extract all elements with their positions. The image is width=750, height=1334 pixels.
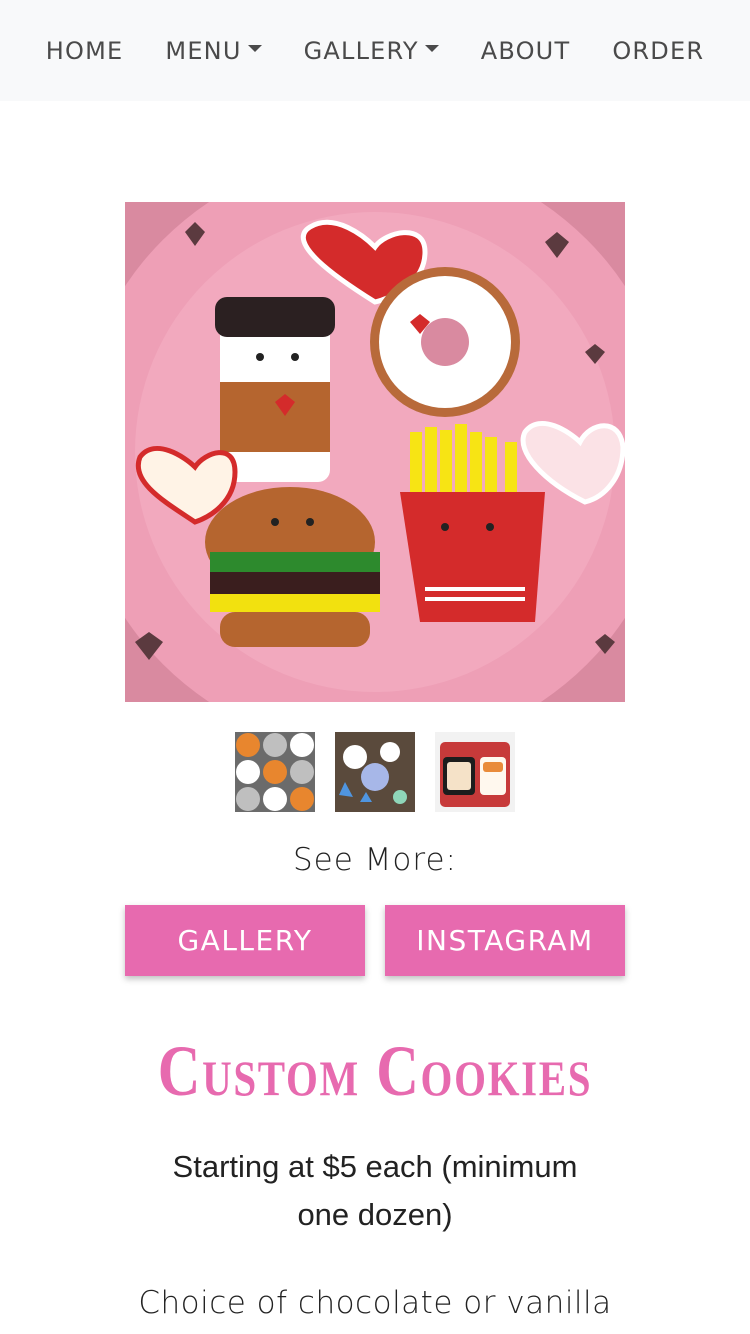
nav-order-label: ORDER bbox=[612, 36, 705, 65]
nav-menu-dropdown[interactable]: MENU bbox=[144, 37, 282, 65]
caret-down-icon bbox=[247, 45, 262, 52]
hero-cookie-image bbox=[125, 202, 625, 702]
nav-home-label: HOME bbox=[45, 36, 124, 65]
nav-list: HOME MENU GALLERY ABOUT ORDER bbox=[25, 37, 725, 65]
product-title: Custom Cookies bbox=[157, 1031, 593, 1111]
thumbnail-strip bbox=[235, 732, 515, 812]
cat-cookies-thumbnail[interactable] bbox=[235, 732, 315, 812]
nav-menu-label: MENU bbox=[165, 36, 242, 65]
instagram-button[interactable]: INSTAGRAM bbox=[385, 905, 625, 976]
gallery-button[interactable]: GALLERY bbox=[125, 905, 365, 976]
nav-about-label: ABOUT bbox=[480, 36, 571, 65]
see-more-buttons: GALLERY INSTAGRAM bbox=[125, 905, 625, 976]
caret-down-icon bbox=[424, 45, 439, 52]
nav-home-link[interactable]: HOME bbox=[25, 37, 145, 65]
nav-gallery-dropdown[interactable]: GALLERY bbox=[283, 37, 460, 65]
ocean-cookies-thumbnail[interactable] bbox=[335, 732, 415, 812]
nav-order-link[interactable]: ORDER bbox=[591, 37, 725, 65]
navbar: HOME MENU GALLERY ABOUT ORDER bbox=[0, 0, 750, 101]
flavor-choice-text: Choice of chocolate or vanilla bbox=[138, 1285, 612, 1321]
pricing-text: Starting at $5 each (minimum one dozen) bbox=[172, 1149, 578, 1232]
nav-about-link[interactable]: ABOUT bbox=[460, 37, 592, 65]
sushi-cookies-thumbnail[interactable] bbox=[435, 732, 515, 812]
see-more-label: See More: bbox=[293, 842, 457, 878]
nav-gallery-label: GALLERY bbox=[303, 36, 419, 65]
